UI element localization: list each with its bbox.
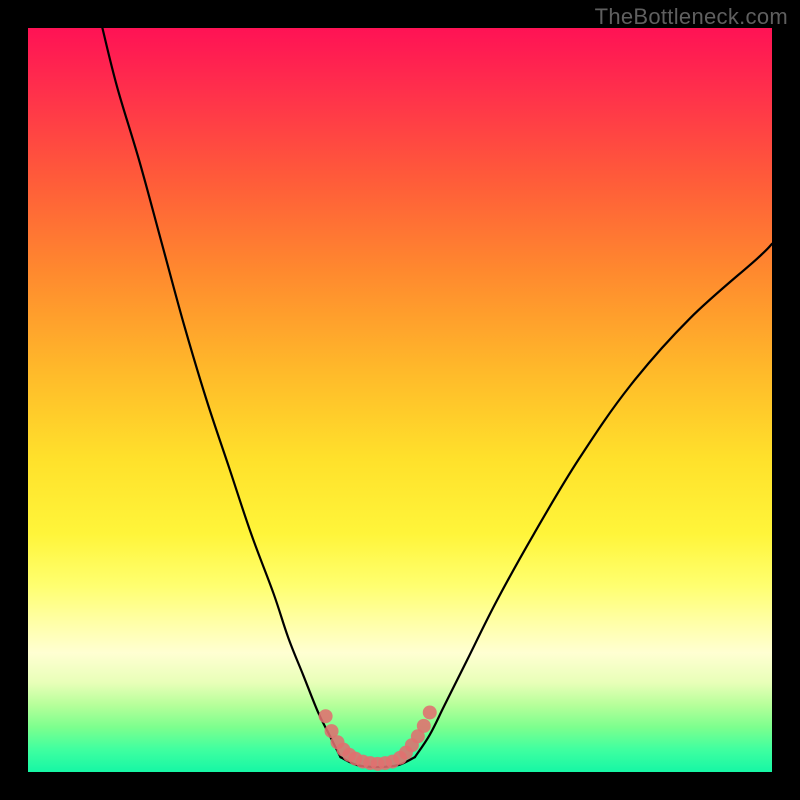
highlight-dots: [319, 705, 437, 770]
watermark-text: TheBottleneck.com: [595, 4, 788, 30]
curve-lines: [102, 28, 772, 767]
chart-frame: TheBottleneck.com: [0, 0, 800, 800]
plot-area: [28, 28, 772, 772]
curve-svg: [28, 28, 772, 772]
